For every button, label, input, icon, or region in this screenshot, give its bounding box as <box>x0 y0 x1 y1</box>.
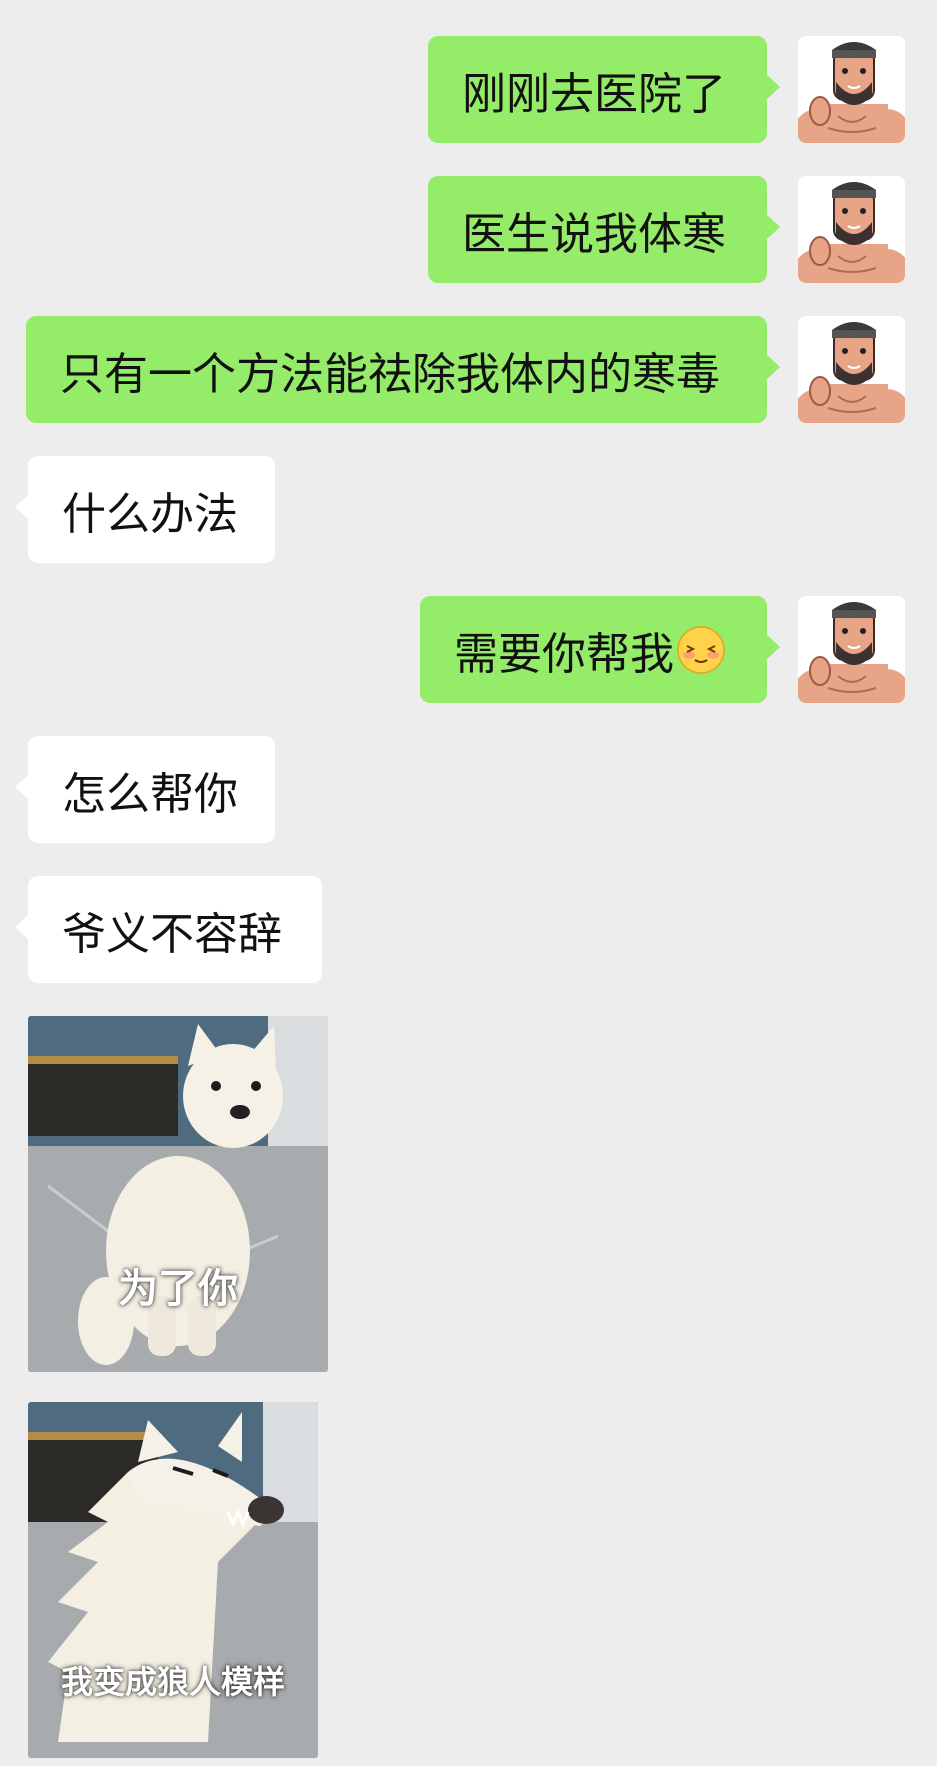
message-text: 爷义不容辞 <box>62 908 282 960</box>
avatar[interactable] <box>798 36 905 143</box>
message-bubble-incoming[interactable]: 什么办法 <box>15 456 275 563</box>
cartoon-muscle-man-avatar-icon <box>798 596 905 703</box>
white-dog-werewolf-icon <box>28 1402 318 1758</box>
message-bubble-outgoing[interactable]: 需要你帮我 <box>420 596 780 703</box>
sticker-image[interactable]: 我变成狼人模样 <box>28 1402 318 1758</box>
message-text: 刚刚去医院了 <box>462 68 726 120</box>
sticker-caption: 为了你 <box>118 1266 238 1312</box>
white-dog-sitting-icon <box>28 1016 328 1372</box>
message-bubble-outgoing[interactable]: 只有一个方法能祛除我体内的寒毒 <box>26 316 780 423</box>
cartoon-muscle-man-avatar-icon <box>798 36 905 143</box>
message-bubble-incoming[interactable]: 怎么帮你 <box>15 736 275 843</box>
message-bubble-outgoing[interactable]: 医生说我体寒 <box>428 176 780 283</box>
message-text: 医生说我体寒 <box>462 208 726 260</box>
message-text: 怎么帮你 <box>62 768 238 820</box>
message-bubble-incoming[interactable]: 爷义不容辞 <box>15 876 322 983</box>
message-text: 需要你帮我 <box>454 628 674 680</box>
sticker-caption: 我变成狼人模样 <box>60 1663 285 1701</box>
message-bubble-outgoing[interactable]: 刚刚去医院了 <box>428 36 780 143</box>
sticker-image[interactable]: 为了你 <box>28 1016 328 1372</box>
avatar[interactable] <box>798 596 905 703</box>
avatar[interactable] <box>798 316 905 423</box>
shy-smile-emoji-icon <box>677 625 725 674</box>
message-text: 只有一个方法能祛除我体内的寒毒 <box>60 348 720 400</box>
avatar[interactable] <box>798 176 905 283</box>
message-text: 什么办法 <box>62 488 238 540</box>
cartoon-muscle-man-avatar-icon <box>798 316 905 423</box>
cartoon-muscle-man-avatar-icon <box>798 176 905 283</box>
